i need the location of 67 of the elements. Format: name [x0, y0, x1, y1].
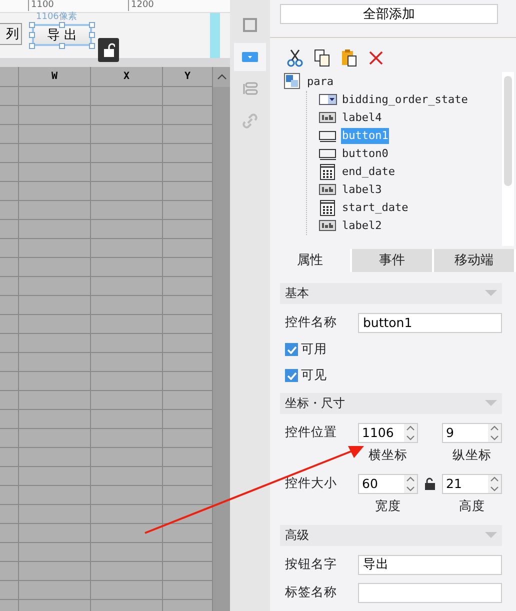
calendar-icon — [319, 199, 337, 218]
tree-item[interactable]: label2 — [341, 218, 383, 234]
tab[interactable]: 移动端 — [434, 248, 516, 272]
input-field[interactable]: button1 — [358, 312, 502, 333]
scrollbar[interactable] — [213, 67, 230, 611]
tab[interactable]: 事件 — [352, 248, 434, 272]
column-header: X — [91, 67, 163, 86]
tree-item[interactable]: button0 — [341, 146, 390, 162]
input-field[interactable] — [358, 582, 502, 603]
caret-icon — [485, 290, 497, 296]
calendar-icon — [319, 163, 337, 182]
tool-button[interactable] — [234, 43, 266, 71]
section-header[interactable]: 高级 — [280, 524, 502, 546]
caret-icon — [485, 400, 497, 406]
ruler-label: 1200 — [128, 0, 154, 11]
section-title: 基本 — [285, 284, 309, 302]
tree-item[interactable]: bidding_order_state — [341, 92, 469, 108]
tree-item[interactable]: start_date — [341, 200, 410, 216]
layout-icon — [241, 80, 259, 98]
field-caption: 宽度 — [374, 498, 402, 515]
field-caption: 纵坐标 — [452, 446, 493, 464]
field-label: 控件大小 — [285, 475, 338, 492]
field-label: 标签名称 — [285, 584, 338, 602]
scissors-icon[interactable] — [286, 48, 304, 67]
checkbox[interactable] — [285, 369, 298, 382]
section-header[interactable]: 基本 — [280, 282, 502, 304]
scrollbar-thumb[interactable] — [504, 76, 512, 186]
caret-icon — [485, 532, 497, 538]
section-title: 坐标・尺寸 — [285, 394, 345, 412]
canvas-button[interactable]: 列 — [0, 23, 22, 45]
size-label: 1106像素 — [36, 13, 77, 22]
lock-button[interactable] — [98, 38, 119, 62]
tree-item[interactable]: label4 — [341, 110, 383, 126]
input-field[interactable]: 导出 — [358, 554, 502, 575]
copy-icon[interactable] — [313, 48, 331, 67]
delete-icon[interactable] — [367, 48, 385, 67]
link-icon — [241, 112, 259, 130]
container-icon — [284, 73, 302, 92]
splitter-bar[interactable] — [0, 58, 230, 67]
boundary-strip — [210, 13, 220, 58]
checkmark-icon — [286, 346, 296, 354]
tree-item[interactable]: end_date — [341, 164, 396, 180]
scroll-up-icon — [216, 74, 226, 80]
paste-icon[interactable] — [340, 48, 358, 67]
unlocked-lock-icon — [102, 43, 114, 57]
field-label: 按钮名字 — [285, 556, 338, 574]
resize-handle[interactable] — [59, 43, 65, 49]
checkbox-label: 可用 — [301, 341, 327, 358]
scrollbar[interactable] — [502, 72, 514, 246]
column-header: W — [19, 67, 91, 86]
unlocked-lock-icon[interactable] — [425, 477, 435, 490]
checkbox-label: 可见 — [301, 367, 327, 384]
ruler-label: 1100 — [28, 0, 54, 11]
checkmark-icon — [286, 372, 296, 380]
tree-item[interactable]: label3 — [341, 182, 383, 198]
field-caption: 横坐标 — [367, 446, 408, 464]
frame-icon — [241, 16, 259, 34]
tree-item[interactable]: para — [306, 74, 334, 90]
section-title: 高级 — [285, 526, 309, 544]
field-label: 控件位置 — [285, 424, 338, 442]
field-caption: 高度 — [458, 498, 486, 515]
resize-handle[interactable] — [59, 22, 65, 28]
section-header[interactable]: 坐标・尺寸 — [280, 392, 502, 414]
export-button[interactable]: 导 出 — [32, 24, 92, 46]
add-all-button[interactable]: 全部添加 — [280, 4, 498, 24]
field-label: 控件名称 — [285, 314, 338, 332]
checkbox[interactable] — [285, 343, 298, 356]
